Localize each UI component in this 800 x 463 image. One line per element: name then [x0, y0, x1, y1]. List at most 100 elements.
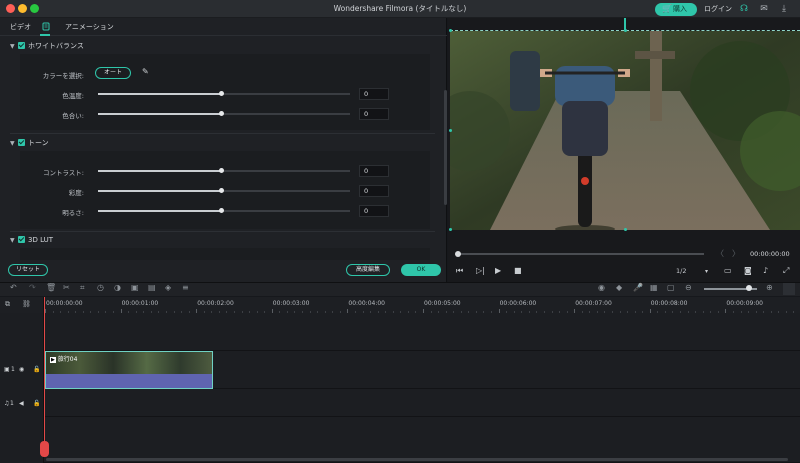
tone-checkbox[interactable] [18, 139, 25, 146]
step-frame-icon[interactable]: ▷| [476, 266, 485, 275]
ruler-minor-tick [211, 311, 213, 313]
fullscreen-monitor-icon[interactable]: ▭ [724, 266, 732, 275]
ruler-time-label: 00:00:02:00 [197, 300, 234, 307]
auto-button[interactable]: オート [95, 67, 131, 79]
white-balance-checkbox[interactable] [18, 42, 25, 49]
ruler-minor-tick [619, 311, 621, 313]
redo-icon[interactable]: ↷ [29, 283, 36, 292]
prev-marker-icon[interactable]: 〈 [716, 248, 724, 259]
marker-icon[interactable]: ◆ [616, 283, 622, 292]
crop-icon[interactable]: ⌗ [80, 283, 85, 293]
ruler-minor-tick [717, 311, 719, 313]
crop-handle[interactable] [449, 228, 452, 231]
temperature-slider[interactable] [98, 91, 350, 96]
buy-button[interactable]: 🛒 購入 [655, 3, 697, 16]
audio-track[interactable] [0, 389, 800, 417]
rotate-handle[interactable] [624, 18, 626, 30]
play-icon[interactable]: ▶ [495, 266, 501, 275]
eyedropper-icon[interactable]: ✎ [142, 67, 149, 76]
delete-icon[interactable]: 🗑 [46, 283, 56, 292]
add-track-icon[interactable]: ⧉ [5, 300, 10, 309]
playback-progress-bar[interactable] [456, 253, 704, 255]
timeline-zoom-knob[interactable] [746, 285, 752, 291]
panel-scrollbar[interactable] [444, 90, 447, 205]
video-clip[interactable]: ▶ 旅行04 [45, 351, 213, 389]
cut-icon[interactable]: ✂ [63, 283, 70, 292]
tint-value[interactable]: 0 [359, 108, 389, 120]
headset-icon[interactable]: ☊ [738, 3, 750, 15]
cart-icon: 🛒 [662, 4, 672, 13]
grid-icon[interactable] [783, 283, 795, 295]
crop-handle[interactable] [449, 29, 452, 32]
lut-header[interactable]: ▼ 3D LUT [10, 235, 53, 245]
subtitle-icon[interactable]: ▢ [667, 283, 675, 292]
contrast-value[interactable]: 0 [359, 165, 389, 177]
timeline-playhead[interactable] [44, 297, 45, 457]
saturation-slider[interactable] [98, 188, 350, 193]
mosaic-icon[interactable]: ▤ [148, 283, 156, 292]
brightness-value[interactable]: 0 [359, 205, 389, 217]
expand-icon[interactable]: ⤢ [783, 266, 789, 276]
tint-slider[interactable] [98, 111, 350, 116]
ruler-time-label: 00:00:01:00 [121, 300, 159, 307]
zoom-in-icon[interactable]: ⊕ [766, 283, 773, 292]
temperature-value[interactable]: 0 [359, 88, 389, 100]
mail-icon[interactable]: ✉ [758, 3, 770, 15]
ruler-minor-tick [566, 311, 568, 313]
voiceover-icon[interactable]: 🎤 [633, 283, 643, 292]
crop-handle[interactable] [624, 228, 627, 231]
tab-video[interactable]: ビデオ [10, 22, 31, 32]
audio-mixer-icon[interactable]: ≡ [182, 283, 189, 292]
download-icon[interactable]: ⤓ [778, 3, 790, 15]
saturation-value[interactable]: 0 [359, 185, 389, 197]
color-icon[interactable]: ◑ [114, 283, 121, 292]
timeline-scrollbar[interactable] [46, 458, 788, 461]
ruler-minor-tick [113, 311, 115, 313]
ok-button[interactable]: OK [401, 264, 441, 276]
eye-icon[interactable]: ◉ [19, 366, 24, 373]
skip-back-icon[interactable]: ⏮ [456, 266, 463, 276]
freeze-frame-icon[interactable]: ◈ [165, 283, 171, 292]
tone-header[interactable]: ▼ トーン [10, 138, 49, 148]
ruler-minor-tick [627, 311, 629, 313]
brightness-slider[interactable] [98, 208, 350, 213]
ruler-major-tick [271, 309, 273, 313]
video-preview[interactable] [450, 31, 800, 230]
next-marker-icon[interactable]: 〉 [732, 248, 740, 259]
tab-animation[interactable]: アニメーション [65, 22, 114, 32]
crop-handle[interactable] [449, 129, 452, 132]
volume-icon[interactable]: ♪ [763, 266, 768, 275]
ruler-minor-tick [105, 311, 107, 313]
ruler-minor-tick [763, 311, 765, 313]
green-screen-icon[interactable]: ▣ [131, 283, 139, 292]
playhead-handle[interactable] [40, 441, 49, 457]
speed-icon[interactable]: ◷ [97, 283, 104, 292]
link-icon[interactable]: ⛓ [22, 300, 31, 308]
advanced-edit-button[interactable]: 高度編集 [346, 264, 390, 276]
chevron-down-icon[interactable]: ▾ [705, 268, 708, 275]
preview-quality-select[interactable]: 1/2 [676, 267, 686, 275]
white-balance-header[interactable]: ▼ ホワイトバランス [10, 41, 84, 51]
login-link[interactable]: ログイン [704, 4, 732, 14]
reset-button[interactable]: リセット [8, 264, 48, 276]
audio-track-header: ♫ 1 ◀ 🔓 [0, 389, 44, 417]
video-track-number: 1 [11, 366, 15, 373]
tab-color[interactable] [42, 22, 50, 33]
render-icon[interactable]: ◉ [598, 283, 605, 292]
lock-icon[interactable]: 🔓 [33, 400, 40, 407]
stop-icon[interactable]: ■ [514, 266, 522, 275]
ruler-minor-tick [135, 311, 137, 313]
snapshot-track-icon[interactable]: ▦ [650, 283, 658, 292]
ruler-minor-tick [90, 311, 92, 313]
snapshot-icon[interactable]: ◙ [744, 266, 752, 275]
ruler-minor-tick [521, 311, 523, 313]
lock-icon[interactable]: 🔓 [33, 366, 40, 373]
undo-icon[interactable]: ↶ [10, 283, 17, 292]
ruler-minor-tick [143, 311, 145, 313]
lut-checkbox[interactable] [18, 236, 25, 243]
zoom-out-icon[interactable]: ⊖ [685, 283, 692, 292]
contrast-slider[interactable] [98, 168, 350, 173]
speaker-icon[interactable]: ◀ [19, 400, 24, 407]
ruler-time-label: 00:00:09:00 [726, 300, 763, 307]
playback-progress-knob[interactable] [455, 251, 461, 257]
